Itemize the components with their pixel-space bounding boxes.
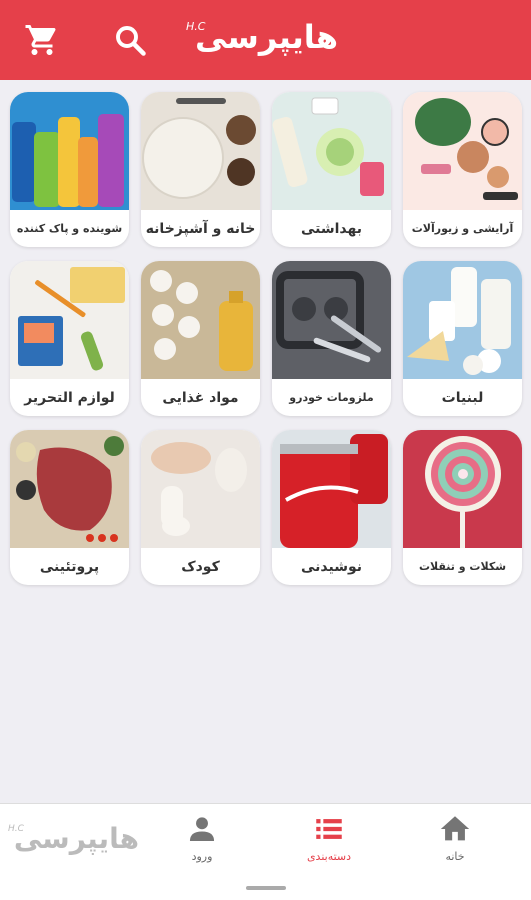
category-label: کودک xyxy=(181,558,220,575)
search-icon xyxy=(116,26,146,56)
category-label: نوشیدنی xyxy=(300,558,363,575)
candy-image xyxy=(403,430,522,548)
category-label: مواد غذایی xyxy=(162,389,239,406)
gesture-handle[interactable] xyxy=(246,886,286,890)
bottom-navigation: خانه دسته‌بندی ورود H.C هایپرسی xyxy=(0,803,531,876)
cart-button[interactable] xyxy=(24,22,60,58)
cart-icon xyxy=(25,25,56,55)
footer-logo: H.C هایپرسی xyxy=(8,820,143,860)
dairy-image xyxy=(403,261,522,379)
app-logo: H.C هایپرسی xyxy=(186,14,346,64)
category-card-car-parts[interactable]: ملزومات خودرو xyxy=(272,261,391,416)
detergents-image xyxy=(10,92,129,210)
protein-image xyxy=(10,430,129,548)
system-gesture-bar xyxy=(0,876,531,900)
category-card-dairy[interactable]: لبنیات xyxy=(403,261,522,416)
category-card-detergents[interactable]: شوینده و پاک کننده xyxy=(10,92,129,247)
category-card-groceries[interactable]: مواد غذایی xyxy=(141,261,260,416)
category-label: لبنیات xyxy=(441,389,484,406)
category-label: پروتئینی xyxy=(39,558,100,575)
nav-home[interactable]: خانه xyxy=(415,812,495,872)
category-card-stationery[interactable]: لوازم التحریر xyxy=(10,261,129,416)
home-icon xyxy=(440,816,470,841)
category-label: شکلات و تنقلات xyxy=(418,560,507,573)
category-card-hygiene[interactable]: بهداشتی xyxy=(272,92,391,247)
category-label: لوازم التحریر xyxy=(24,389,115,406)
hygiene-image xyxy=(272,92,391,210)
category-card-protein[interactable]: پروتئینی xyxy=(10,430,129,585)
top-app-bar: H.C هایپرسی xyxy=(0,0,531,80)
nav-login-label: ورود xyxy=(191,850,213,863)
category-card-baby[interactable]: کودک xyxy=(141,430,260,585)
category-label: خانه و آشپزخانه xyxy=(145,220,256,237)
footer-logo-text: هایپرسی xyxy=(13,822,140,855)
nav-login[interactable]: ورود xyxy=(162,812,242,872)
car-parts-image xyxy=(272,261,391,379)
stationery-image xyxy=(10,261,129,379)
nav-categories-label: دسته‌بندی xyxy=(306,850,352,863)
person-icon xyxy=(189,817,215,842)
list-icon xyxy=(316,819,342,839)
category-card-drinks[interactable]: نوشیدنی xyxy=(272,430,391,585)
nav-categories[interactable]: دسته‌بندی xyxy=(289,812,369,872)
logo-text: هایپرسی xyxy=(194,18,339,56)
category-card-candy[interactable]: شکلات و تنقلات xyxy=(403,430,522,585)
baby-image xyxy=(141,430,260,548)
category-label: ملزومات خودرو xyxy=(289,391,374,404)
category-card-kitchen[interactable]: خانه و آشپزخانه xyxy=(141,92,260,247)
kitchen-image xyxy=(141,92,260,210)
category-grid: آرایشی و زیورآلات بهداشتی خانه و آشپزخان… xyxy=(10,92,522,585)
groceries-image xyxy=(141,261,260,379)
cosmetics-image xyxy=(403,92,522,210)
search-button[interactable] xyxy=(112,22,148,58)
category-label: بهداشتی xyxy=(300,220,363,237)
category-card-cosmetics[interactable]: آرایشی و زیورآلات xyxy=(403,92,522,247)
category-label: آرایشی و زیورآلات xyxy=(411,222,514,235)
category-label: شوینده و پاک کننده xyxy=(16,222,123,235)
nav-home-label: خانه xyxy=(445,850,465,863)
drinks-image xyxy=(272,430,391,548)
